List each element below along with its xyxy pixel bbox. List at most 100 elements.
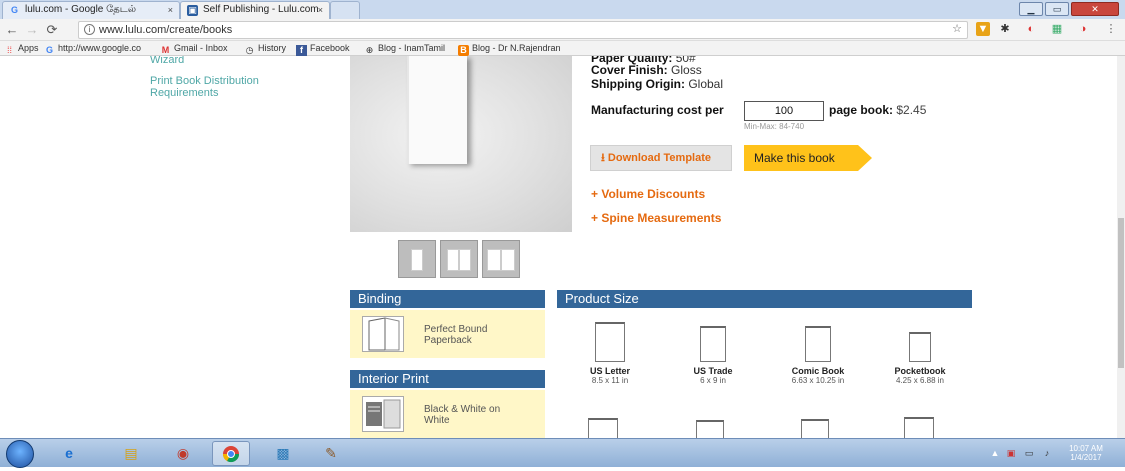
binding-option-selected[interactable]: Perfect Bound Paperback [350, 310, 545, 358]
spine-measurements-toggle[interactable]: + Spine Measurements [591, 211, 721, 225]
paint-icon[interactable]: ✎ [312, 441, 350, 466]
pocketbook-shape [909, 332, 931, 362]
google-icon: G [10, 5, 18, 15]
browser-tab-strip: G lulu.com - Google தேடல் × ▣ Self Publi… [0, 0, 1125, 19]
browser-toolbar: ← → ⟳ i www.lulu.com/create/books ☆ ▼ ✱ … [0, 19, 1125, 41]
media-player-icon[interactable]: ◉ [164, 441, 202, 466]
bookmarks-bar: ⁞⁞ Apps Ghttp://www.google.co M Gmail - In… [0, 41, 1125, 56]
size-option-pocketbook[interactable]: Pocketbook 4.25 x 6.88 in [880, 332, 960, 385]
thumbnail-open[interactable] [440, 240, 478, 278]
tray-network-icon[interactable]: ▣ [1006, 448, 1016, 458]
tab-label: Self Publishing - Lulu.com [203, 4, 319, 15]
size-option-comic-book[interactable]: Comic Book 6.63 x 10.25 in [778, 326, 858, 385]
bookmark-history[interactable]: ◷ History [244, 42, 286, 56]
google-icon: G [45, 45, 53, 55]
cost-value: $2.45 [896, 103, 927, 117]
download-arrow-icon: ⭳ [601, 152, 608, 164]
clock-date: 1/4/2017 [1070, 453, 1102, 462]
interior-print-heading: Interior Print [350, 370, 545, 388]
start-button[interactable] [6, 440, 34, 468]
lulu-icon: ▣ [187, 5, 198, 16]
bookmark-apps[interactable]: ⁞⁞ Apps [4, 42, 39, 56]
back-arrow-icon[interactable]: ← [4, 21, 20, 39]
page-count-input[interactable]: 100 [744, 101, 824, 121]
clock-time: 10:07 AM [1069, 444, 1103, 453]
bookmark-facebook[interactable]: f Facebook [296, 42, 350, 56]
internet-explorer-icon[interactable]: e [50, 441, 88, 466]
size-option-partial-4[interactable] [904, 417, 934, 438]
sidebar-link-wizard[interactable]: Wizard [150, 56, 184, 66]
us-letter-shape [595, 322, 625, 362]
chrome-taskbar-icon[interactable] [212, 441, 250, 466]
extension-circle-icon[interactable]: ◐ [1024, 22, 1038, 36]
tray-expand-icon[interactable]: ▲ [990, 448, 1000, 458]
windows-taskbar: e ▤ ◉ ▩ ✎ ▲ ▣ ▭ ♪ 10:07 AM 1/4/2017 [0, 438, 1125, 468]
binding-heading: Binding [350, 290, 545, 308]
history-icon: ◷ [245, 45, 254, 55]
size-option-partial-2[interactable] [696, 420, 724, 438]
reload-icon[interactable]: ⟳ [44, 21, 60, 39]
file-explorer-icon[interactable]: ▤ [112, 441, 150, 466]
cost-result: page book: $2.45 [829, 103, 927, 117]
tab-label: lulu.com - Google தேடல் [25, 4, 137, 15]
system-clock[interactable]: 10:07 AM 1/4/2017 [1066, 444, 1106, 462]
tab-close-icon[interactable]: × [168, 2, 173, 18]
us-trade-shape [700, 326, 726, 362]
address-bar-url: www.lulu.com/create/books [99, 24, 233, 36]
thumbnail-front[interactable] [398, 240, 436, 278]
product-size-heading: Product Size [557, 290, 972, 308]
tray-volume-icon[interactable]: ♪ [1042, 448, 1052, 458]
book-mockup [407, 56, 467, 164]
thumbnail-spread[interactable] [482, 240, 520, 278]
extension-puzzle-icon[interactable]: ✱ [998, 22, 1012, 36]
spec-cover-finish: Cover Finish: Gloss [591, 63, 702, 77]
extension-refresh-icon[interactable]: ◑ [1076, 22, 1090, 36]
extension-clapper-icon[interactable]: ▦ [1050, 22, 1064, 36]
tab-self-publishing[interactable]: ▣ Self Publishing - Lulu.com × [180, 1, 330, 19]
page-count-range-hint: Min-Max: 84-740 [744, 122, 805, 131]
make-this-book-button[interactable]: Make this book [744, 145, 872, 171]
volume-discounts-toggle[interactable]: + Volume Discounts [591, 187, 705, 201]
extension-download-icon[interactable]: ▼ [976, 22, 990, 36]
forward-arrow-icon[interactable]: → [24, 21, 40, 39]
restore-icon[interactable]: ▭ [1045, 2, 1069, 16]
vertical-scrollbar-thumb[interactable] [1118, 218, 1124, 368]
manufacturing-cost-line: Manufacturing cost per [591, 103, 724, 117]
comic-book-shape [805, 326, 831, 362]
size-option-partial-1[interactable] [588, 418, 618, 438]
size-option-us-letter[interactable]: US Letter 8.5 x 11 in [570, 322, 650, 385]
download-template-button[interactable]: ⭳ Download Template [590, 145, 732, 171]
tab-close-icon[interactable]: × [318, 2, 323, 18]
perfect-bound-icon [362, 316, 404, 352]
menu-kebab-icon[interactable]: ⋮ [1104, 22, 1118, 36]
bookmark-google[interactable]: Ghttp://www.google.co [44, 42, 141, 56]
book-preview-image [350, 56, 572, 232]
blog-icon: ⊕ [365, 45, 374, 55]
cost-prefix: Manufacturing cost per [591, 103, 724, 117]
interior-option-label: Black & White on White [424, 404, 501, 426]
tray-display-icon[interactable]: ▭ [1024, 448, 1034, 458]
minimize-icon[interactable]: ▁ [1019, 2, 1043, 16]
facebook-icon: f [296, 45, 307, 56]
page-content: Wizard Print Book Distribution Requireme… [0, 56, 1125, 438]
gmail-icon: M [161, 45, 170, 55]
language-bar-icon[interactable]: ▩ [264, 441, 302, 466]
bookmark-gmail[interactable]: M Gmail - Inbox [160, 42, 228, 56]
black-white-print-icon [362, 396, 404, 432]
size-option-partial-3[interactable] [801, 419, 829, 438]
interior-option-selected[interactable]: Black & White on White [350, 390, 545, 438]
bookmark-blog-rajendran[interactable]: B Blog - Dr N.Rajendran [458, 42, 561, 56]
blogger-icon: B [458, 45, 469, 56]
info-icon[interactable]: i [84, 24, 95, 35]
star-icon[interactable]: ☆ [950, 22, 964, 36]
size-option-us-trade[interactable]: US Trade 6 x 9 in [673, 326, 753, 385]
sidebar-link-distribution-requirements[interactable]: Print Book Distribution Requirements [150, 75, 300, 99]
spec-shipping-origin: Shipping Origin: Global [591, 77, 724, 91]
tab-google-search[interactable]: G lulu.com - Google தேடல் × [2, 1, 180, 19]
new-tab-button[interactable] [330, 1, 360, 19]
address-bar[interactable]: i www.lulu.com/create/books [78, 21, 968, 39]
binding-option-label: Perfect Bound Paperback [424, 324, 488, 346]
close-window-icon[interactable]: ✕ [1071, 2, 1119, 16]
apps-grid-icon: ⁞⁞ [6, 45, 12, 55]
bookmark-blog-inamtamil[interactable]: ⊕ Blog - InamTamil [364, 42, 445, 56]
